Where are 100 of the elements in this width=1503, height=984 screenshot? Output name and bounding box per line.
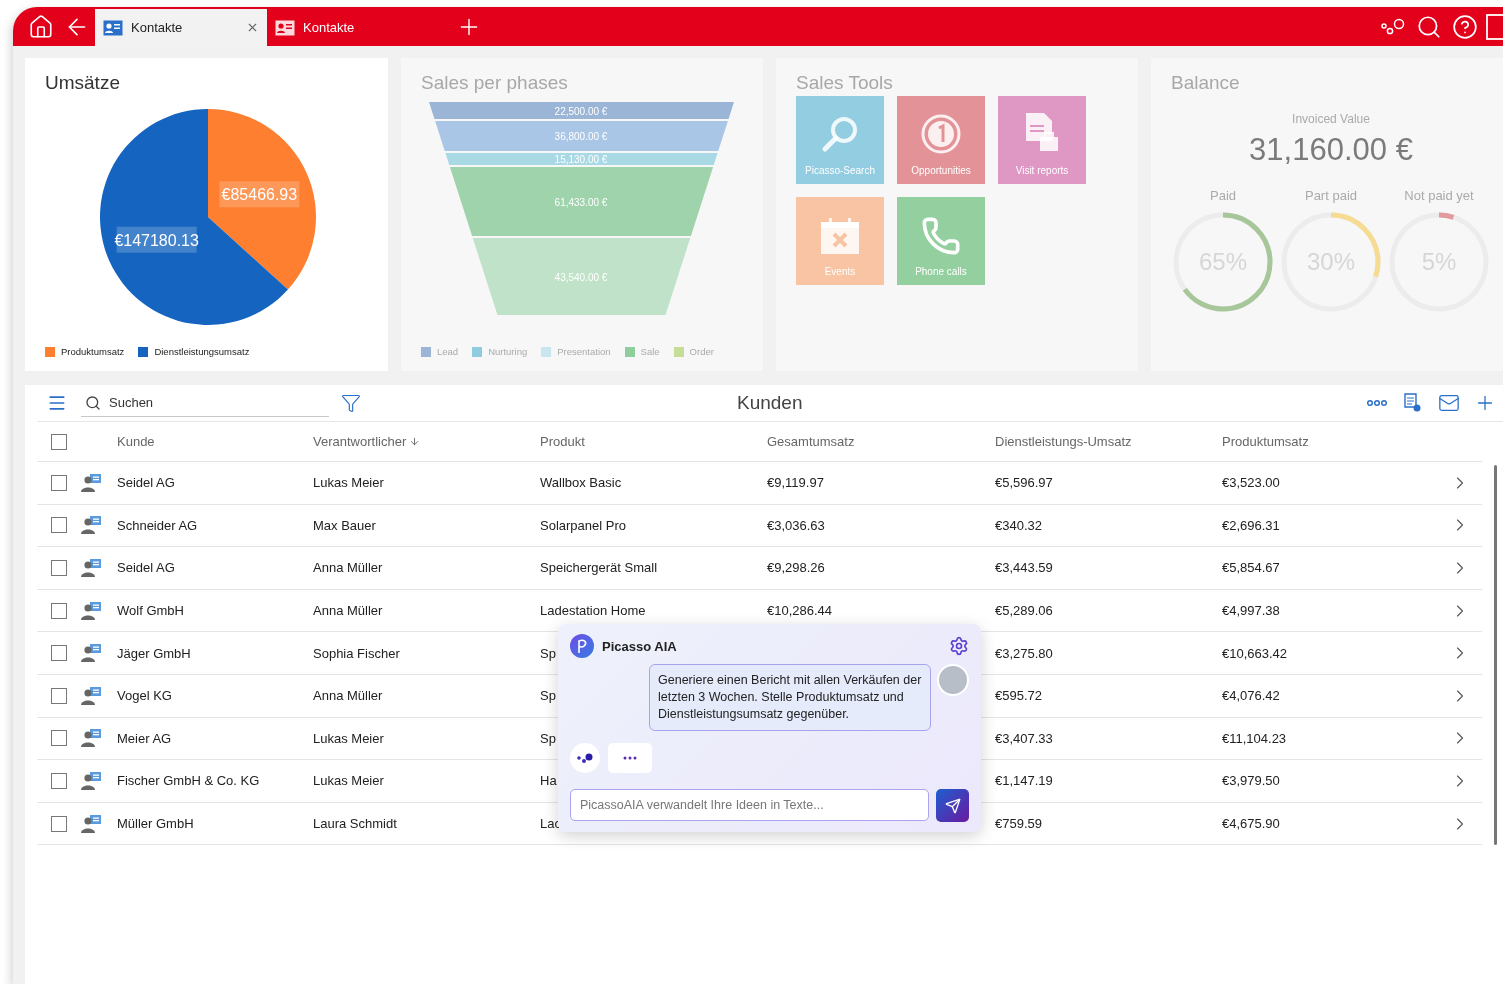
row-checkbox[interactable] [51, 560, 67, 576]
row-checkbox[interactable] [51, 602, 67, 619]
stage-value: 43,540.00 € [554, 271, 608, 283]
gauge-label: Paid [1210, 188, 1236, 203]
typing-indicator-icon [608, 743, 652, 773]
home-icon [28, 13, 54, 40]
settings-icon[interactable] [949, 636, 969, 656]
table-cell: €2,696.31 [1222, 517, 1280, 533]
table-cell: Seidel AG [117, 475, 175, 491]
table-cell: Sp [540, 730, 556, 746]
row-checkbox[interactable] [51, 730, 67, 747]
select-all-checkbox[interactable] [51, 433, 67, 450]
more-icon [1367, 399, 1387, 407]
row-checkbox[interactable] [51, 474, 67, 491]
assistant-logo-icon [570, 634, 594, 658]
contact-person-icon [81, 601, 101, 620]
card-title: Sales per phases [421, 72, 569, 94]
table-cell: €3,443.59 [995, 560, 1053, 576]
close-icon[interactable] [246, 21, 259, 34]
filter-icon [341, 393, 361, 413]
row-checkbox[interactable] [51, 517, 67, 534]
table-cell: €11,104.23 [1222, 730, 1287, 746]
data-label: €85466.93 [221, 186, 298, 204]
table-cell: €340.32 [995, 517, 1042, 533]
table-cell: Schneider AG [117, 517, 198, 533]
table-cell: Wolf GmbH [117, 603, 184, 619]
contact-person-icon [81, 644, 101, 663]
document-icon [1483, 12, 1503, 41]
stage-value: 61,433.00 € [554, 196, 608, 208]
search-icon [85, 394, 101, 411]
table-cell: €10,286.44 [767, 603, 833, 619]
table-cell: €3,036.63 [767, 517, 825, 533]
scrollbar[interactable] [1494, 465, 1497, 845]
table-cell: Solarpanel Pro [540, 517, 626, 533]
numbered-badge-icon [920, 113, 962, 155]
table-cell: Fischer GmbH & Co. KG [117, 773, 260, 789]
legend-label: Sale [640, 346, 660, 357]
column-header[interactable]: Produkt [540, 434, 585, 449]
assistant-dots-icon [570, 743, 600, 773]
document-gear-icon [1404, 393, 1422, 413]
row-checkbox[interactable] [51, 772, 67, 789]
table-cell: Lukas Meier [313, 730, 384, 746]
card-title: Umsätze [45, 72, 121, 94]
gauge-label: Part paid [1304, 188, 1357, 203]
legend-label: Order [689, 346, 714, 357]
table-cell: €5,596.97 [995, 475, 1053, 491]
row-checkbox[interactable] [51, 687, 67, 704]
contact-person-icon [81, 729, 101, 748]
mail-icon [1438, 392, 1460, 414]
send-icon [944, 797, 961, 814]
prompt-input[interactable]: PicassoAIA verwandelt Ihre Ideen in Texte... [570, 789, 929, 821]
table-cell: Seidel AG [117, 560, 175, 576]
contact-person-icon [81, 814, 101, 833]
user-message: Generiere einen Bericht mit allen Verkäufen der letzten 3 Wochen. Stelle Produktumsatz und Dienstleistungsumsatz gegenüber. [649, 664, 931, 731]
row-checkbox[interactable] [51, 815, 67, 832]
table-cell: €595.72 [995, 688, 1042, 704]
table-cell: €3,275.80 [995, 645, 1053, 661]
tab[interactable]: Kontakte [95, 9, 267, 46]
avatar-placeholder [937, 664, 969, 696]
send-button[interactable] [936, 789, 969, 822]
table-cell: €759.59 [995, 816, 1042, 832]
table-cell: Meier AG [117, 730, 172, 746]
table-cell: €4,076.42 [1222, 688, 1280, 704]
row-checkbox[interactable] [51, 645, 67, 662]
table-cell: €9,119.97 [767, 475, 824, 491]
contact-person-icon [81, 686, 101, 705]
column-header[interactable]: Gesamtumsatz [767, 434, 855, 449]
column-header[interactable]: Produktumsatz [1222, 434, 1309, 449]
column-header[interactable]: Dienstleistungs-Umsatz [995, 434, 1132, 449]
card-title: Sales Tools [796, 72, 894, 94]
assistant-title: Picasso AIA [602, 638, 677, 654]
table-cell: Sp [540, 645, 556, 661]
slice-label: €147180.13 [114, 226, 199, 253]
contact-person-icon [81, 771, 101, 790]
table-cell: Wallbox Basic [540, 475, 622, 491]
menu-icon [47, 393, 67, 413]
column-header[interactable]: Verantwortlicher [313, 434, 421, 449]
slice-label: €85466.93 [219, 181, 300, 208]
tab[interactable]: Kontakte [267, 9, 439, 46]
help-icon [1452, 13, 1478, 40]
calendar-cross-icon [819, 216, 861, 256]
legend-label: Lead [437, 346, 459, 357]
table-cell: €3,979.50 [1222, 773, 1280, 789]
bubbles-icon [1380, 16, 1406, 37]
table-cell: Jäger GmbH [117, 645, 191, 661]
contact-person-icon [81, 516, 101, 535]
table-cell: €5,854.67 [1222, 560, 1280, 576]
table-cell: €5,289.06 [995, 603, 1053, 619]
data-label: €147180.13 [114, 231, 200, 249]
table-cell: Sp [540, 688, 556, 704]
stage-value: 22,500.00 € [554, 105, 608, 117]
table-cell: Müller GmbH [117, 816, 194, 832]
column-header[interactable]: Kunde [117, 434, 155, 449]
list-title: Kunden [737, 392, 803, 414]
table-cell: Ha [540, 773, 557, 789]
table-cell: Speichergerät Small [540, 560, 658, 576]
contact-person-icon [81, 559, 101, 577]
search-field[interactable]: Suchen [107, 394, 307, 411]
table-cell: Vogel KG [117, 688, 172, 704]
table-cell: €3,407.33 [995, 730, 1053, 746]
